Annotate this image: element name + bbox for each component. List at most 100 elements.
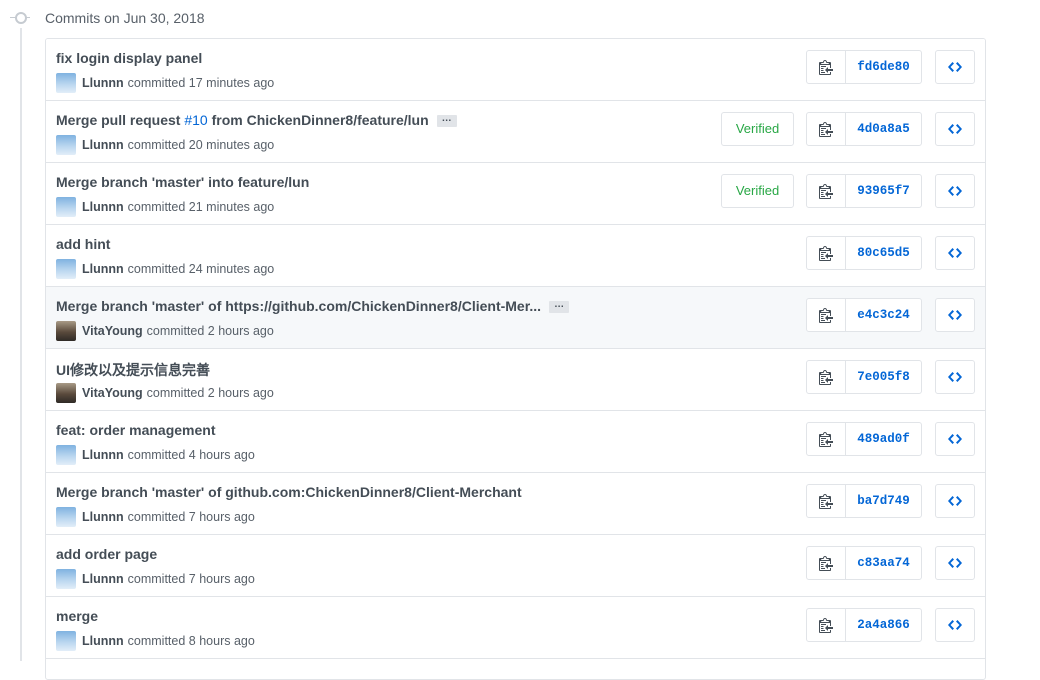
commit-sha-link[interactable]: 80c65d5 <box>846 237 921 269</box>
commit-sha-link[interactable]: 489ad0f <box>846 423 921 455</box>
verified-badge[interactable]: Verified <box>721 174 794 208</box>
code-icon[interactable] <box>935 112 975 146</box>
clipboard-icon[interactable] <box>807 299 846 331</box>
avatar[interactable] <box>56 569 76 589</box>
commit-row: Merge branch 'master' of https://github.… <box>46 287 985 349</box>
avatar[interactable] <box>56 383 76 403</box>
commit-title[interactable]: add hint <box>56 236 110 252</box>
commit-title-text[interactable]: add order page <box>56 546 157 562</box>
sha-button-group: 2a4a866 <box>806 608 922 642</box>
commit-row: Merge branch 'master' into feature/lun Ll… <box>46 163 985 225</box>
commit-list: fix login display panel Llunnn committed 1… <box>45 38 986 680</box>
commit-time: committed 7 hours ago <box>127 510 255 524</box>
author-link[interactable]: VitaYoung <box>82 324 143 338</box>
author-link[interactable]: Llunnn <box>82 448 124 462</box>
author-link[interactable]: Llunnn <box>82 634 124 648</box>
avatar[interactable] <box>56 259 76 279</box>
commit-sha-link[interactable]: 2a4a866 <box>846 609 921 641</box>
commit-meta: Llunnn committed 24 minutes ago <box>56 259 274 279</box>
commit-title-text[interactable]: Merge pull request <box>56 112 184 128</box>
timeline-line <box>20 28 22 661</box>
issue-link[interactable]: #10 <box>184 112 207 128</box>
commit-time: committed 8 hours ago <box>127 634 255 648</box>
expand-message-button[interactable]: … <box>436 114 457 128</box>
commit-row: fix login display panel Llunnn committed 1… <box>46 39 985 101</box>
author-link[interactable]: VitaYoung <box>82 386 143 400</box>
author-link[interactable]: Llunnn <box>82 572 124 586</box>
commit-sha-link[interactable]: 7e005f8 <box>846 361 921 393</box>
commit-title[interactable]: Merge branch 'master' of https://github.… <box>56 298 570 314</box>
clipboard-icon[interactable] <box>807 423 846 455</box>
commit-title[interactable]: Merge branch 'master' into feature/lun <box>56 174 309 190</box>
code-icon[interactable] <box>935 422 975 456</box>
commit-time: committed 4 hours ago <box>127 448 255 462</box>
commit-title-text[interactable]: add hint <box>56 236 110 252</box>
commit-sha-link[interactable]: 93965f7 <box>846 175 921 207</box>
code-icon[interactable] <box>935 174 975 208</box>
verified-badge[interactable]: Verified <box>721 112 794 146</box>
avatar[interactable] <box>56 631 76 651</box>
date-header: Commits on Jun 30, 2018 <box>45 10 205 26</box>
clipboard-icon[interactable] <box>807 485 846 517</box>
code-icon[interactable] <box>935 298 975 332</box>
author-link[interactable]: Llunnn <box>82 138 124 152</box>
commit-title-text[interactable]: from ChickenDinner8/feature/lun <box>208 112 429 128</box>
clipboard-icon[interactable] <box>807 237 846 269</box>
author-link[interactable]: Llunnn <box>82 510 124 524</box>
commit-time: committed 2 hours ago <box>146 386 274 400</box>
commit-row: Merge pull request #10 from ChickenDinne… <box>46 101 985 163</box>
clipboard-icon[interactable] <box>807 175 846 207</box>
avatar[interactable] <box>56 445 76 465</box>
code-icon[interactable] <box>935 608 975 642</box>
commit-time: committed 24 minutes ago <box>127 262 275 276</box>
commit-row: feat: order management Llunnn committed 4 … <box>46 411 985 473</box>
commit-title[interactable]: feat: order management <box>56 422 215 438</box>
commit-title[interactable]: add order page <box>56 546 157 562</box>
author-link[interactable]: Llunnn <box>82 262 124 276</box>
commit-title[interactable]: Merge branch 'master' of github.com:Chic… <box>56 484 522 500</box>
commit-title[interactable]: merge <box>56 608 98 624</box>
commit-meta: Llunnn committed 4 hours ago <box>56 445 255 465</box>
commit-sha-link[interactable]: fd6de80 <box>846 51 921 83</box>
commit-title-text[interactable]: UI修改以及提示信息完善 <box>56 362 210 378</box>
commit-title-text[interactable]: Merge branch 'master' into feature/lun <box>56 174 309 190</box>
commit-row: Merge branch 'master' of github.com:Chic… <box>46 473 985 535</box>
clipboard-icon[interactable] <box>807 361 846 393</box>
avatar[interactable] <box>56 73 76 93</box>
commit-sha-link[interactable]: 4d0a8a5 <box>846 113 921 145</box>
commit-title[interactable]: Merge pull request #10 from ChickenDinne… <box>56 112 457 128</box>
avatar[interactable] <box>56 197 76 217</box>
commit-sha-link[interactable]: e4c3c24 <box>846 299 921 331</box>
commit-time: committed 21 minutes ago <box>127 200 275 214</box>
commit-title-text[interactable]: Merge branch 'master' of github.com:Chic… <box>56 484 522 500</box>
commit-meta: Llunnn committed 7 hours ago <box>56 507 255 527</box>
commit-title[interactable]: fix login display panel <box>56 50 202 66</box>
code-icon[interactable] <box>935 546 975 580</box>
code-icon[interactable] <box>935 484 975 518</box>
commit-title-text[interactable]: feat: order management <box>56 422 215 438</box>
commit-meta: Llunnn committed 21 minutes ago <box>56 197 274 217</box>
commit-sha-link[interactable]: c83aa74 <box>846 547 921 579</box>
code-icon[interactable] <box>935 236 975 270</box>
commit-title-text[interactable]: Merge branch 'master' of https://github.… <box>56 298 541 314</box>
commit-title[interactable]: UI修改以及提示信息完善 <box>56 360 210 380</box>
code-icon[interactable] <box>935 360 975 394</box>
commit-time: committed 2 hours ago <box>146 324 274 338</box>
commit-title-text[interactable]: fix login display panel <box>56 50 202 66</box>
author-link[interactable]: Llunnn <box>82 76 124 90</box>
commit-sha-link[interactable]: ba7d749 <box>846 485 921 517</box>
code-icon[interactable] <box>935 50 975 84</box>
clipboard-icon[interactable] <box>807 51 846 83</box>
avatar[interactable] <box>56 507 76 527</box>
clipboard-icon[interactable] <box>807 547 846 579</box>
avatar[interactable] <box>56 321 76 341</box>
commit-title-text[interactable]: merge <box>56 608 98 624</box>
avatar[interactable] <box>56 135 76 155</box>
sha-button-group: c83aa74 <box>806 546 922 580</box>
commit-meta: Llunnn committed 8 hours ago <box>56 631 255 651</box>
author-link[interactable]: Llunnn <box>82 200 124 214</box>
sha-button-group: 489ad0f <box>806 422 922 456</box>
clipboard-icon[interactable] <box>807 113 846 145</box>
clipboard-icon[interactable] <box>807 609 846 641</box>
expand-message-button[interactable]: … <box>549 300 570 314</box>
